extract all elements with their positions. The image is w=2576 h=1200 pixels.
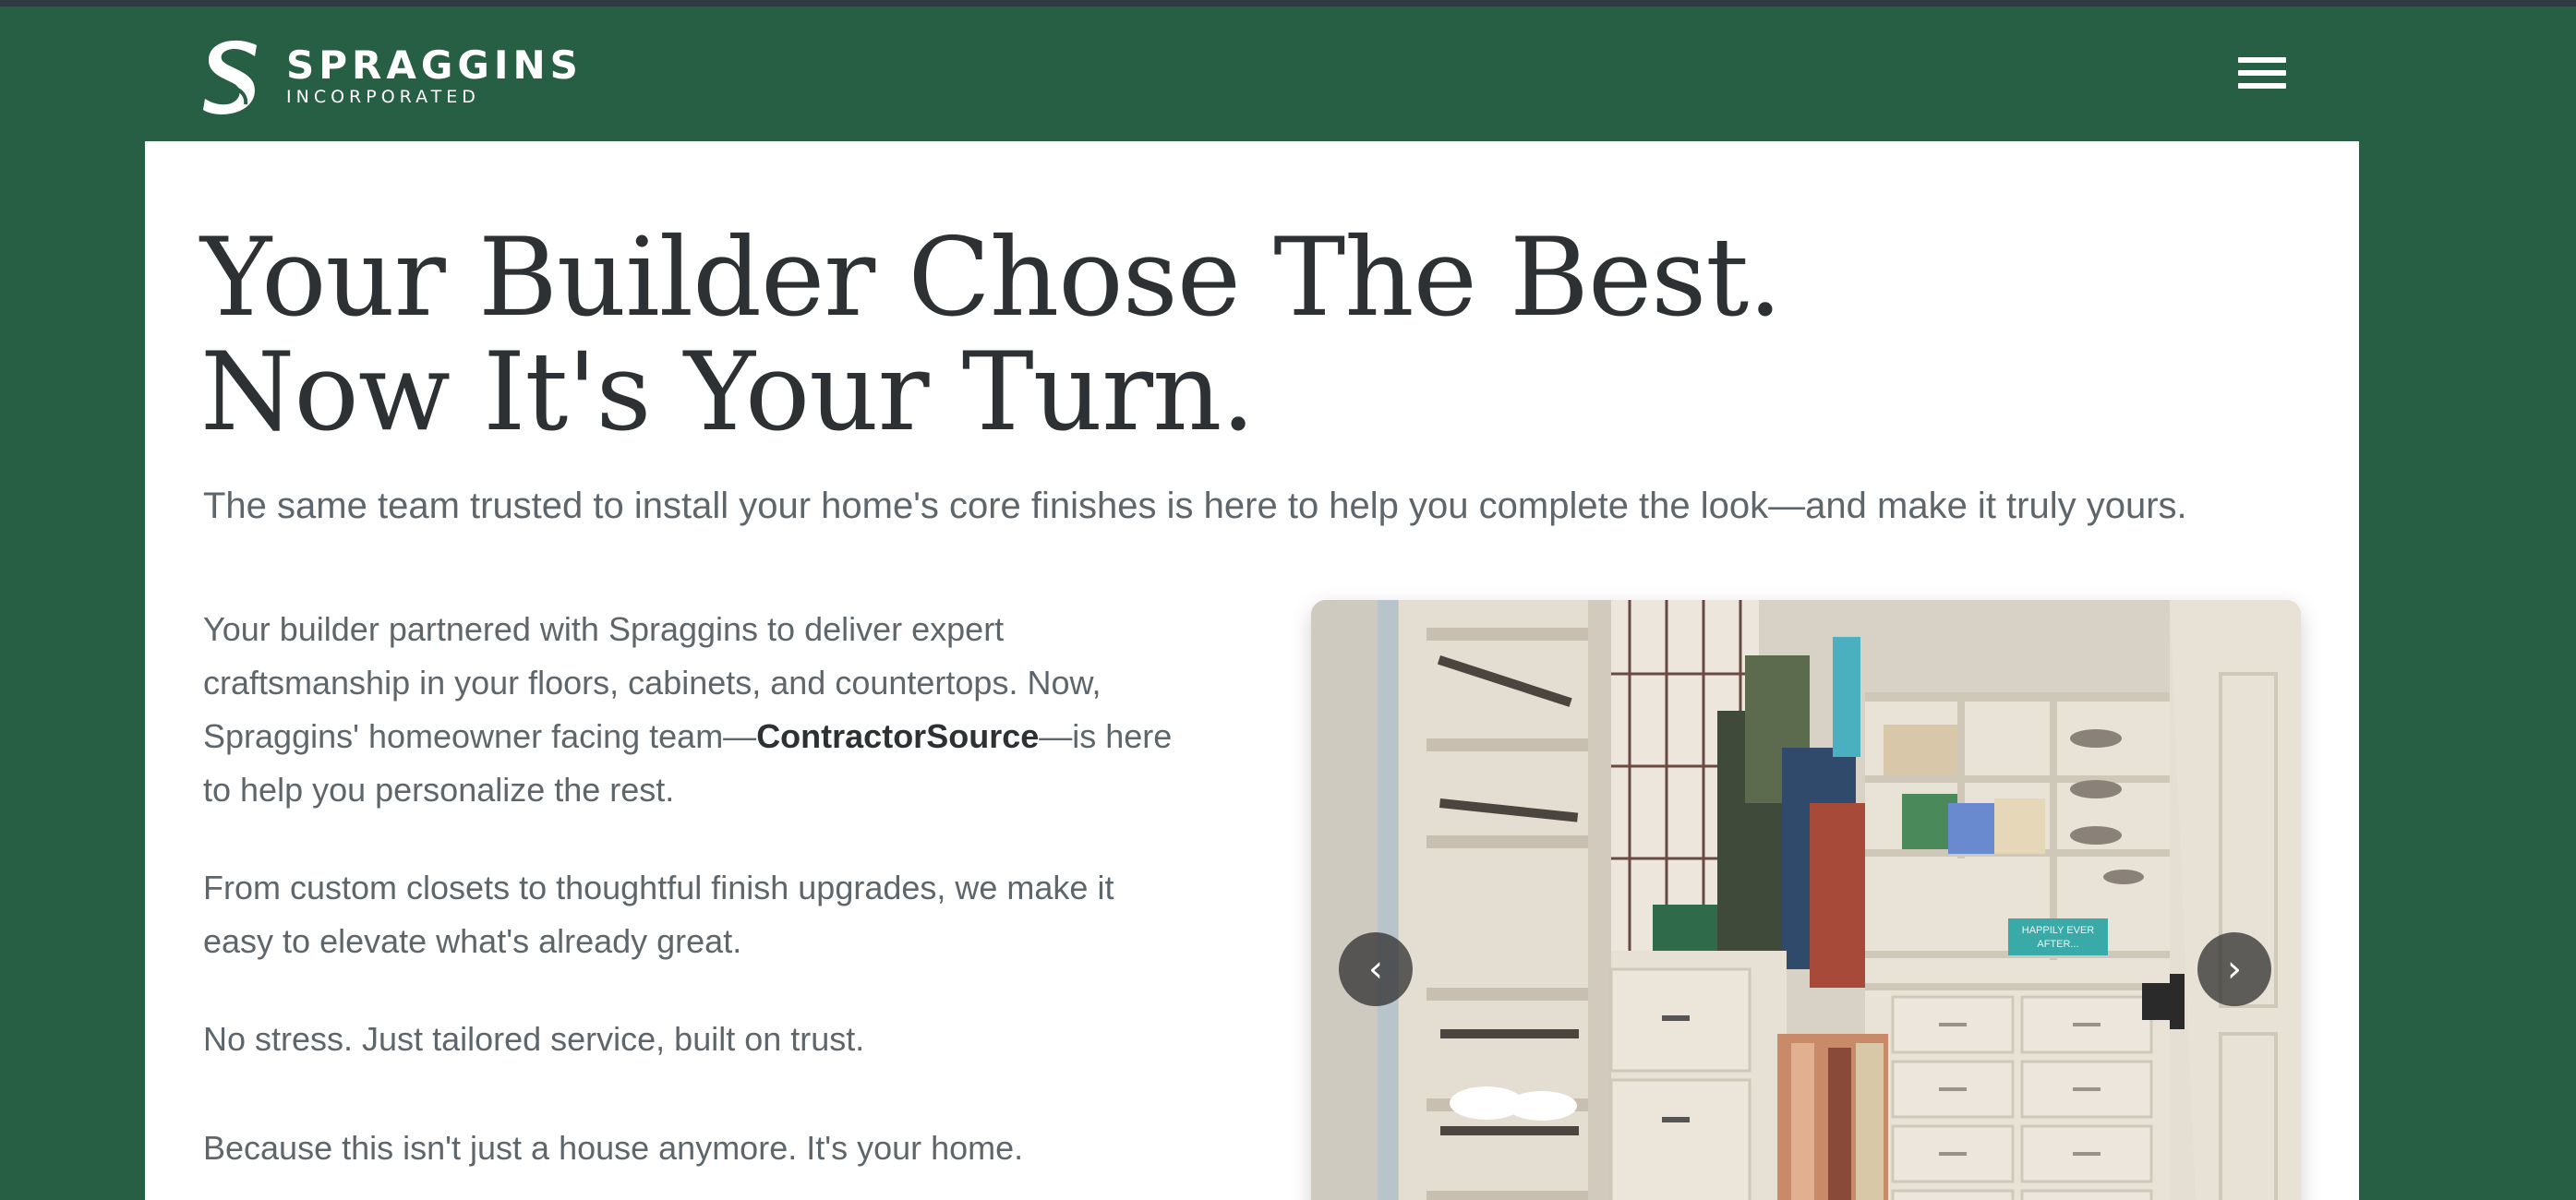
logo-subtitle: INCORPORATED: [286, 87, 480, 107]
logo-name: SPRAGGINS: [286, 42, 583, 88]
spraggins-s-logo-icon: [203, 40, 257, 114]
page-title: Your Builder Chose The Best. Now It's Yo…: [200, 221, 1782, 450]
carousel-next-button[interactable]: ›: [2197, 932, 2271, 1006]
carousel-prev-button[interactable]: ‹: [1339, 932, 1413, 1006]
site-header: SPRAGGINS INCORPORATED: [0, 6, 2576, 141]
headline-line-2: Now It's Your Turn.: [200, 329, 1256, 455]
subheading: The same team trusted to install your ho…: [203, 486, 2187, 526]
svg-text:AFTER...: AFTER...: [2037, 939, 2078, 950]
intro-copy: Your builder partnered with Spraggins to…: [203, 603, 1182, 1200]
intro-paragraph-2: From custom closets to thoughtful finish…: [203, 869, 1114, 960]
intro-paragraph-3: No stress. Just tailored service, built …: [203, 1020, 865, 1058]
contractorsource-name: ContractorSource: [756, 717, 1040, 755]
top-border: [0, 0, 2576, 6]
closet-photo: HAPPILY EVER AFTER...: [1311, 600, 2301, 1200]
closet-sign-text: HAPPILY EVER: [2022, 925, 2095, 936]
hamburger-menu-icon[interactable]: [2234, 57, 2290, 100]
tagline: Because this isn't just a house anymore.…: [203, 1129, 1024, 1167]
intro-paragraph-1: Your builder partnered with Spraggins to…: [203, 603, 1182, 817]
headline-line-1: Your Builder Chose The Best.: [200, 214, 1782, 341]
image-carousel[interactable]: HAPPILY EVER AFTER... ‹ ›: [1311, 600, 2301, 1200]
spraggins-logo[interactable]: SPRAGGINS INCORPORATED: [201, 34, 583, 119]
hero-card: Your Builder Chose The Best. Now It's Yo…: [145, 141, 2359, 1200]
